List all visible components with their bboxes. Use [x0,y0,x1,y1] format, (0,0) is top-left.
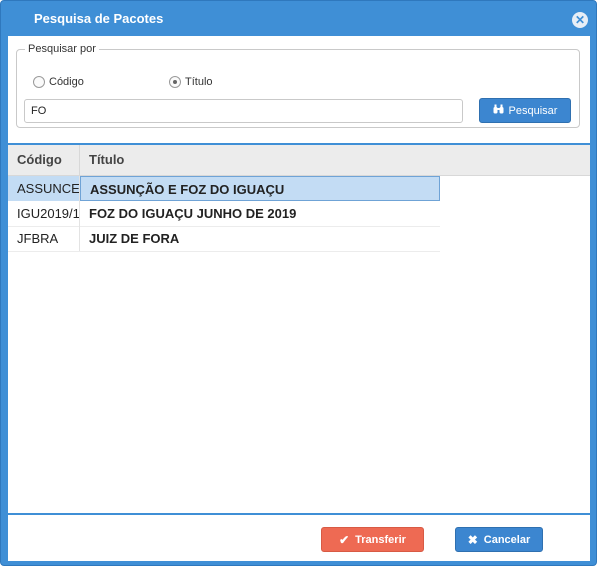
radio-codigo-circle[interactable] [33,76,45,88]
column-header-titulo[interactable]: Título [80,145,590,175]
packages-grid: Código Título ASSUNCE ASSUNÇÃO E FOZ DO … [8,145,590,513]
radio-titulo-circle[interactable] [169,76,181,88]
cell-titulo: FOZ DO IGUAÇU JUNHO DE 2019 [89,206,297,221]
cell-codigo: ASSUNCE [8,176,80,201]
divider-bottom [8,513,590,515]
column-header-codigo[interactable]: Código [8,145,80,175]
search-input[interactable] [24,99,463,123]
x-icon: ✖ [467,532,478,547]
search-group-legend: Pesquisar por [28,43,96,55]
table-row[interactable]: ASSUNCE ASSUNÇÃO E FOZ DO IGUAÇU [8,176,440,201]
radio-codigo-label: Código [49,76,84,88]
table-row[interactable]: JFBRA JUIZ DE FORA [8,226,440,252]
dialog-titlebar: Pesquisa de Pacotes ✕ [1,1,598,37]
cancel-button-label: Cancelar [483,533,531,546]
cancel-button[interactable]: ✖ Cancelar [455,527,543,552]
check-icon: ✔ [339,532,350,547]
cell-titulo: JUIZ DE FORA [89,231,180,246]
binoculars-icon [493,104,504,117]
radio-titulo[interactable]: Título [169,76,213,88]
cell-titulo: ASSUNÇÃO E FOZ DO IGUAÇU [80,176,440,201]
grid-header: Código Título [8,145,590,176]
table-row[interactable]: IGU2019/1 FOZ DO IGUAÇU JUNHO DE 2019 [8,201,440,227]
package-search-dialog: Pesquisa de Pacotes ✕ Pesquisar por Códi… [0,0,597,566]
dialog-title: Pesquisa de Pacotes [34,11,164,26]
cell-codigo: JFBRA [8,226,80,251]
radio-selected-dot [173,80,177,84]
radio-codigo[interactable]: Código [33,76,84,88]
dialog-content: Pesquisar por Código Título FO Pesquisar… [8,36,590,561]
close-icon[interactable]: ✕ [572,12,588,28]
transfer-button-label: Transferir [355,533,406,546]
transfer-button[interactable]: ✔ Transferir [321,527,424,552]
radio-titulo-label: Título [185,76,213,88]
search-button[interactable]: Pesquisar [479,98,571,123]
search-button-label: Pesquisar [508,104,558,117]
cell-codigo: IGU2019/1 [8,201,80,226]
